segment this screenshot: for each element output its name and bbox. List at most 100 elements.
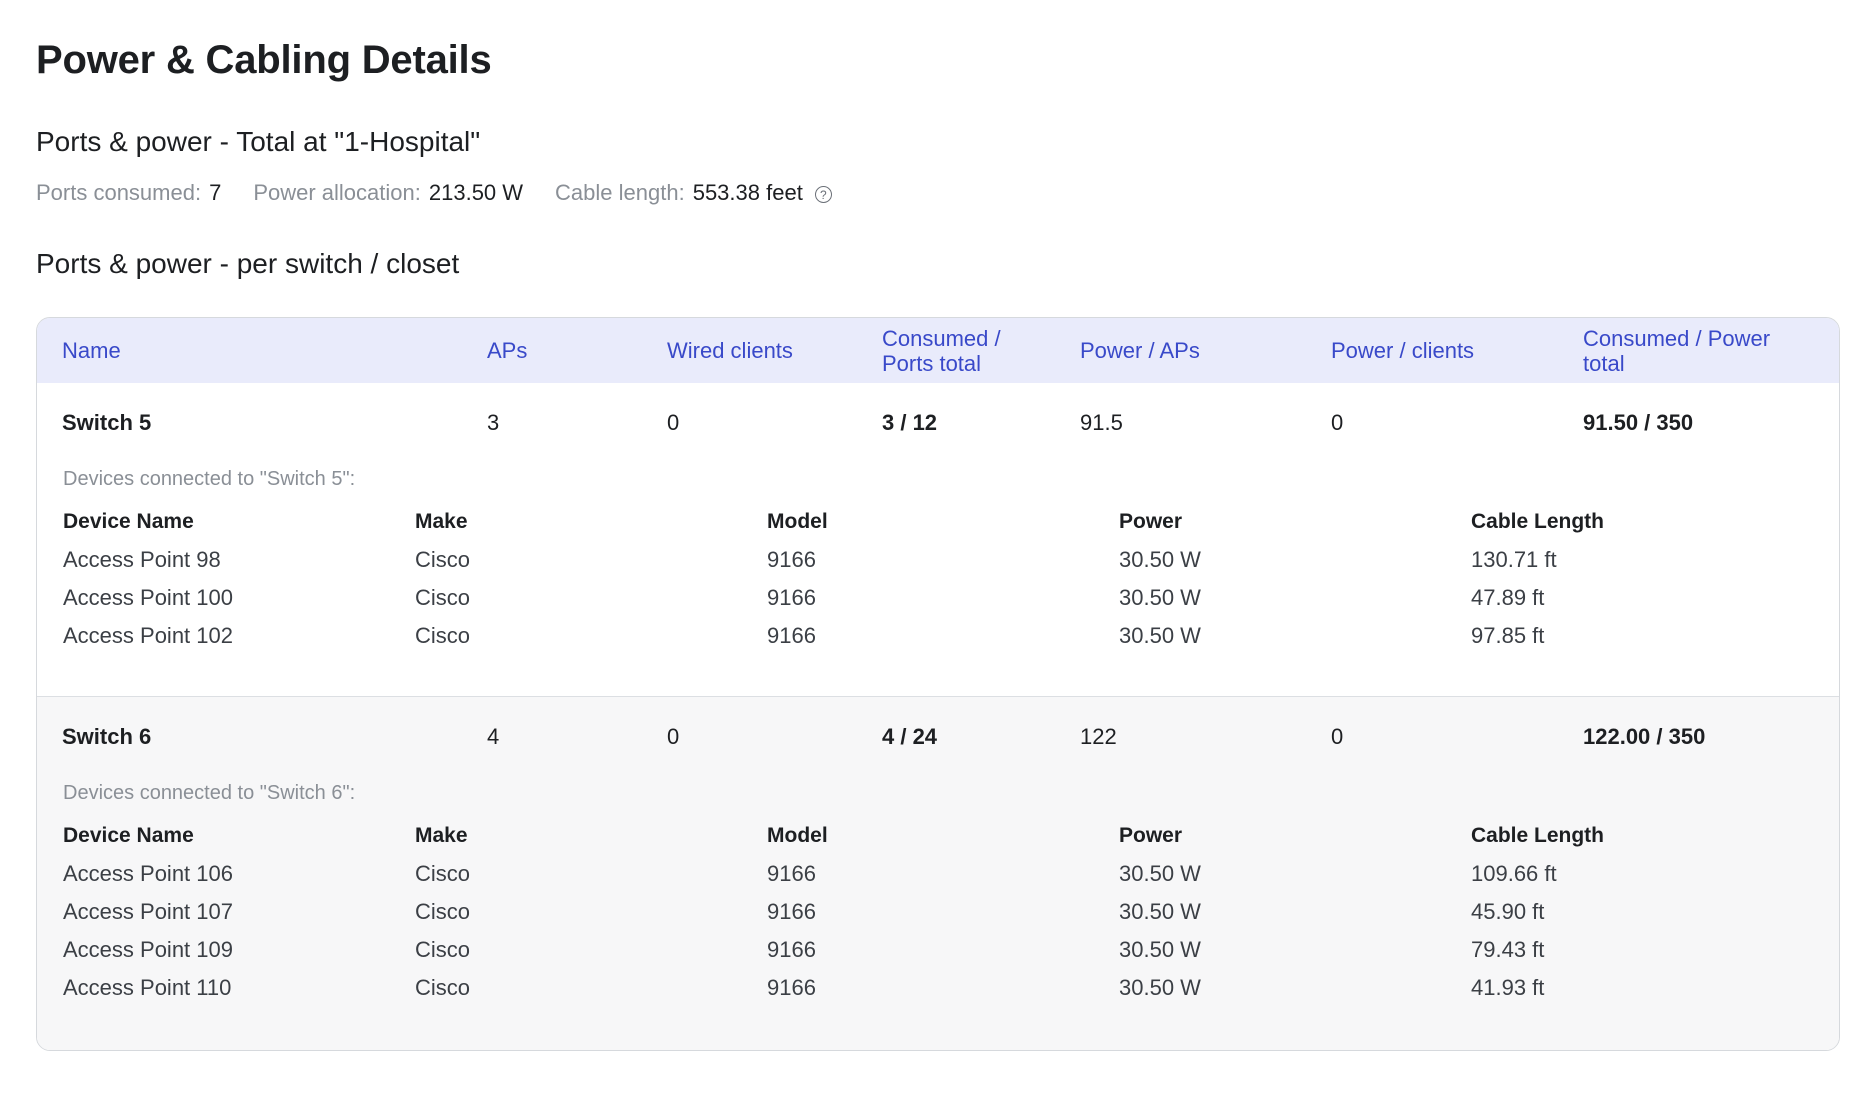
- column-header-power-aps[interactable]: Power / APs: [1080, 318, 1200, 383]
- device-name: Access Point 100: [63, 585, 233, 610]
- device-make: Cisco: [415, 937, 471, 962]
- device-make: Cisco: [415, 547, 471, 572]
- device-make: Cisco: [415, 861, 471, 886]
- column-header-power-clients[interactable]: Power / clients: [1331, 318, 1474, 383]
- column-header-consumed-power-line2: total: [1583, 350, 1625, 376]
- list-item[interactable]: Access Point 98 Cisco 9166 30.50 W 130.7…: [63, 541, 1823, 579]
- cable-length-value: 553.38 feet: [692, 180, 803, 205]
- page-title: Power & Cabling Details: [36, 38, 492, 82]
- column-header-consumed-power[interactable]: Consumed / Power total: [1583, 318, 1770, 383]
- device-cable: 47.89 ft: [1471, 585, 1545, 610]
- list-item[interactable]: Access Point 102 Cisco 9166 30.50 W 97.8…: [63, 617, 1823, 655]
- ports-consumed-label: Ports consumed:: [36, 180, 202, 205]
- device-cable: 45.90 ft: [1471, 899, 1545, 924]
- switch-consumed-ports: 3 / 12: [882, 410, 938, 435]
- column-header-aps[interactable]: APs: [487, 318, 527, 383]
- power-allocation-value: 213.50 W: [428, 180, 524, 205]
- ports-consumed-value: 7: [209, 180, 222, 205]
- switch-wired-clients: 0: [667, 410, 680, 435]
- device-name: Access Point 109: [63, 937, 233, 962]
- switch-block-switch-5: Switch 5 3 0 3 / 12 91.5 0 91.50 / 350 D…: [37, 383, 1839, 696]
- device-header-model: Model: [767, 510, 828, 533]
- device-cable: 41.93 ft: [1471, 975, 1545, 1000]
- device-model: 9166: [767, 547, 816, 572]
- device-name: Access Point 110: [63, 975, 232, 1000]
- device-cable: 79.43 ft: [1471, 937, 1545, 962]
- device-model: 9166: [767, 623, 816, 648]
- switch-power-clients: 0: [1331, 410, 1344, 435]
- device-power: 30.50 W: [1119, 937, 1201, 962]
- switch-power-aps: 91.5: [1080, 410, 1123, 435]
- device-header-name: Device Name: [63, 510, 194, 533]
- device-cable: 130.71 ft: [1471, 547, 1557, 572]
- device-power: 30.50 W: [1119, 623, 1201, 648]
- device-header-name: Device Name: [63, 824, 194, 847]
- device-header-power: Power: [1119, 510, 1183, 533]
- switch-aps: 3: [487, 410, 500, 435]
- switch-table: Name APs Wired clients Consumed / Ports …: [36, 317, 1840, 1051]
- table-header: Name APs Wired clients Consumed / Ports …: [37, 318, 1839, 383]
- device-cable: 97.85 ft: [1471, 623, 1545, 648]
- device-table-header: Device Name Make Model Power Cable Lengt…: [63, 503, 1823, 541]
- switch-consumed-power: 122.00 / 350: [1583, 724, 1706, 749]
- switch-power-clients: 0: [1331, 724, 1344, 749]
- device-model: 9166: [767, 585, 816, 610]
- device-model: 9166: [767, 899, 816, 924]
- devices-caption: Devices connected to "Switch 5":: [63, 468, 356, 490]
- device-make: Cisco: [415, 975, 471, 1000]
- list-item[interactable]: Access Point 100 Cisco 9166 30.50 W 47.8…: [63, 579, 1823, 617]
- device-power: 30.50 W: [1119, 547, 1201, 572]
- device-name: Access Point 102: [63, 623, 233, 648]
- device-table: Device Name Make Model Power Cable Lengt…: [63, 503, 1823, 655]
- list-item[interactable]: Access Point 110 Cisco 9166 30.50 W 41.9…: [63, 969, 1823, 1007]
- list-item[interactable]: Access Point 106 Cisco 9166 30.50 W 109.…: [63, 855, 1823, 893]
- per-switch-heading: Ports & power - per switch / closet: [36, 248, 460, 279]
- switch-power-aps: 122: [1080, 724, 1117, 749]
- device-make: Cisco: [415, 899, 471, 924]
- table-row[interactable]: Switch 5 3 0 3 / 12 91.5 0 91.50 / 350: [37, 383, 1839, 463]
- device-power: 30.50 W: [1119, 975, 1201, 1000]
- device-power: 30.50 W: [1119, 899, 1201, 924]
- device-cable: 109.66 ft: [1471, 861, 1557, 886]
- device-make: Cisco: [415, 585, 471, 610]
- switch-name: Switch 6: [62, 724, 152, 749]
- switch-block-switch-6: Switch 6 4 0 4 / 24 122 0 122.00 / 350 D…: [37, 696, 1839, 1050]
- switch-name: Switch 5: [62, 410, 152, 435]
- device-power: 30.50 W: [1119, 861, 1201, 886]
- device-name: Access Point 107: [63, 899, 233, 924]
- column-header-consumed-ports-line2: Ports total: [882, 350, 982, 376]
- switch-aps: 4: [487, 724, 500, 749]
- column-header-consumed-ports-line1: Consumed /: [882, 325, 1001, 351]
- switch-consumed-power: 91.50 / 350: [1583, 410, 1694, 435]
- device-table-header: Device Name Make Model Power Cable Lengt…: [63, 817, 1823, 855]
- power-allocation-label: Power allocation:: [253, 180, 421, 205]
- list-item[interactable]: Access Point 109 Cisco 9166 30.50 W 79.4…: [63, 931, 1823, 969]
- column-header-consumed-power-line1: Consumed / Power: [1583, 325, 1771, 351]
- list-item[interactable]: Access Point 107 Cisco 9166 30.50 W 45.9…: [63, 893, 1823, 931]
- switch-wired-clients: 0: [667, 724, 680, 749]
- column-header-name[interactable]: Name: [62, 318, 121, 383]
- device-header-cable: Cable Length: [1471, 510, 1605, 533]
- table-row[interactable]: Switch 6 4 0 4 / 24 122 0 122.00 / 350: [37, 697, 1839, 777]
- device-header-make: Make: [415, 824, 468, 847]
- device-name: Access Point 106: [63, 861, 233, 886]
- device-make: Cisco: [415, 623, 471, 648]
- device-power: 30.50 W: [1119, 585, 1201, 610]
- switch-consumed-ports: 4 / 24: [882, 724, 938, 749]
- device-header-cable: Cable Length: [1471, 824, 1605, 847]
- cable-length-label: Cable length:: [555, 180, 685, 205]
- device-table: Device Name Make Model Power Cable Lengt…: [63, 817, 1823, 1007]
- device-model: 9166: [767, 975, 816, 1000]
- column-header-wired-clients[interactable]: Wired clients: [667, 318, 793, 383]
- device-header-model: Model: [767, 824, 828, 847]
- device-model: 9166: [767, 937, 816, 962]
- question-circle-icon[interactable]: ?: [814, 186, 832, 203]
- device-header-make: Make: [415, 510, 468, 533]
- total-summary: Ports consumed: 7 Power allocation: 213.…: [36, 180, 832, 206]
- device-header-power: Power: [1119, 824, 1183, 847]
- devices-caption: Devices connected to "Switch 6":: [63, 782, 356, 804]
- device-model: 9166: [767, 861, 816, 886]
- total-section-heading: Ports & power - Total at "1-Hospital": [36, 126, 481, 157]
- device-name: Access Point 98: [63, 547, 221, 572]
- column-header-consumed-ports[interactable]: Consumed / Ports total: [882, 318, 1001, 383]
